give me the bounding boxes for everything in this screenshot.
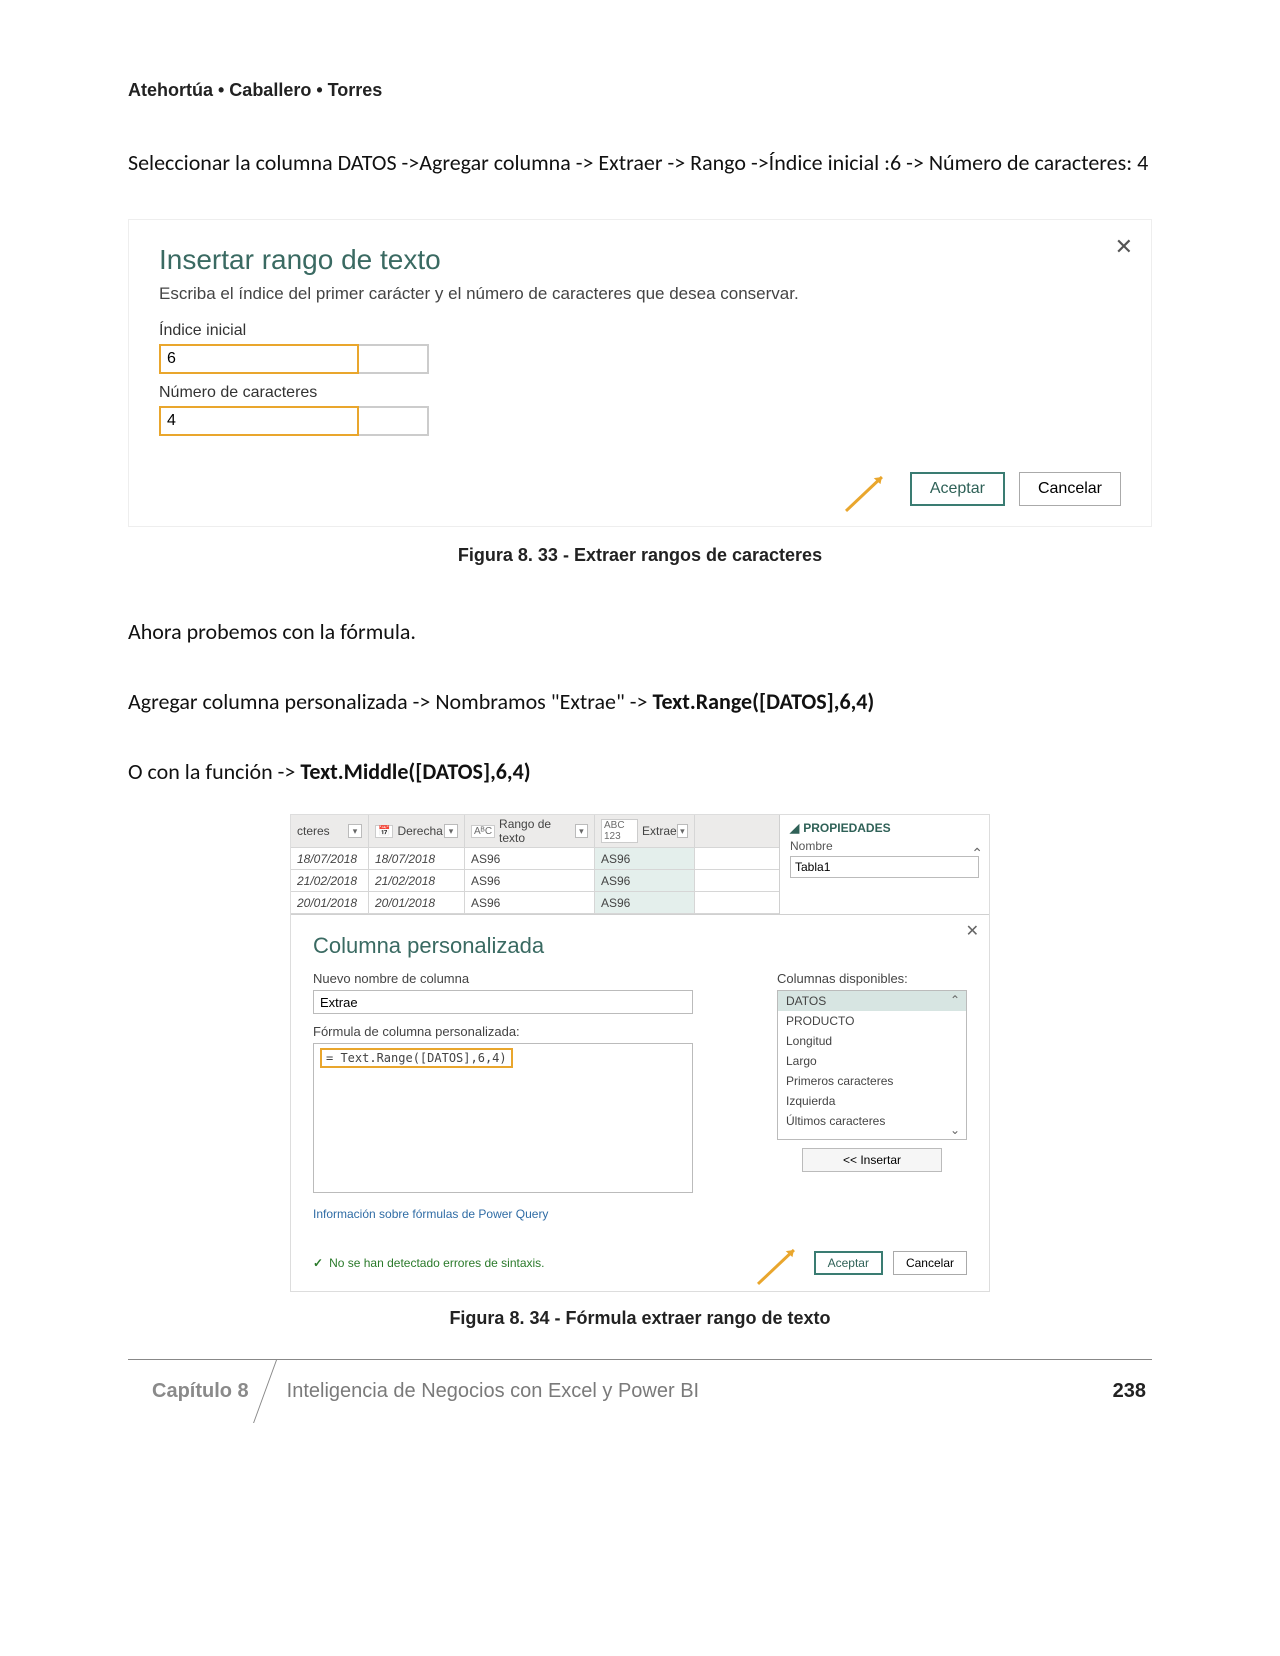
chapter-label: Capítulo 8 [128,1360,277,1423]
text-type-icon: AᴮC [471,825,495,838]
properties-title: ◢PROPIEDADES [790,821,979,835]
cell: AS96 [595,848,695,869]
dialog-custom-column: cteres▾ 📅Derecha▾ AᴮCRango de texto▾ ABC… [290,814,990,1292]
formula-text: = Text.Range([DATOS],6,4) [320,1048,513,1068]
accept-button[interactable]: Aceptar [814,1251,883,1275]
chevron-down-icon[interactable]: ▾ [444,824,458,838]
list-item[interactable]: Largo [778,1051,966,1071]
formula-label: Fórmula de columna personalizada: [313,1024,749,1039]
table-name-input[interactable] [790,856,979,878]
table-header-row: cteres▾ 📅Derecha▾ AᴮCRango de texto▾ ABC… [291,815,779,848]
cell: 18/07/2018 [369,848,465,869]
name-label: Nombre [790,839,979,853]
cell: 20/01/2018 [369,892,465,913]
chevron-down-icon[interactable]: ▾ [348,824,362,838]
list-item[interactable]: DATOS [778,991,966,1011]
close-icon[interactable]: ✕ [1115,234,1133,260]
cell: 21/02/2018 [369,870,465,891]
paragraph-3-bold: Text.Range([DATOS],6,4) [652,688,874,715]
cell: AS96 [465,892,595,913]
any-type-icon: ABC 123 [601,819,638,843]
column-name-input[interactable] [313,990,693,1014]
available-columns-list[interactable]: DATOS PRODUCTO Longitud Largo Primeros c… [777,990,967,1140]
list-item[interactable]: Izquierda [778,1091,966,1111]
paragraph-4-text: O con la función -> [128,758,300,785]
chevron-down-icon[interactable]: ▾ [677,824,688,838]
cell: AS96 [465,870,595,891]
cell: 21/02/2018 [291,870,369,891]
paragraph-1: Seleccionar la columna DATOS ->Agregar c… [128,141,1152,185]
accept-button[interactable]: Aceptar [910,472,1005,506]
page-footer: Capítulo 8 Inteligencia de Negocios con … [128,1359,1152,1423]
page-header-authors: Atehortúa • Caballero • Torres [128,80,1152,101]
figure-caption-1: Figura 8. 33 - Extraer rangos de caracte… [128,545,1152,566]
chevron-down-icon[interactable]: ▾ [575,824,588,838]
insert-button[interactable]: << Insertar [802,1148,942,1172]
col-header-rango[interactable]: AᴮCRango de texto▾ [465,815,595,847]
scroll-up-icon[interactable]: ⌃ [971,845,983,862]
cell: AS96 [595,892,695,913]
dialog-title: Columna personalizada [313,933,967,959]
paragraph-3-text: Agregar columna personalizada -> Nombram… [128,688,652,715]
cancel-button[interactable]: Cancelar [893,1251,967,1275]
formula-textarea[interactable]: = Text.Range([DATOS],6,4) [313,1043,693,1193]
table-row[interactable]: 20/01/2018 20/01/2018 AS96 AS96 [291,892,779,914]
char-count-label: Número de caracteres [159,384,1121,402]
start-index-label: Índice inicial [159,322,1121,340]
char-count-ext [359,406,429,436]
preview-table: cteres▾ 📅Derecha▾ AᴮCRango de texto▾ ABC… [291,815,779,914]
cancel-button[interactable]: Cancelar [1019,472,1121,506]
dialog-insert-text-range: ✕ Insertar rango de texto Escriba el índ… [128,219,1152,527]
close-icon[interactable]: ✕ [966,921,979,941]
table-row[interactable]: 21/02/2018 21/02/2018 AS96 AS96 [291,870,779,892]
annotation-arrow-icon [748,1249,808,1282]
list-item[interactable]: Primeros caracteres [778,1071,966,1091]
dialog-title: Insertar rango de texto [159,244,1121,276]
cell: AS96 [595,870,695,891]
col-header-cteres[interactable]: cteres▾ [291,815,369,847]
available-columns-label: Columnas disponibles: [777,971,967,986]
list-item[interactable]: PRODUCTO [778,1011,966,1031]
dialog-subtitle: Escriba el índice del primer carácter y … [159,284,1121,304]
char-count-input[interactable] [159,406,359,436]
book-title: Inteligencia de Negocios con Excel y Pow… [277,1360,1107,1423]
start-index-input[interactable] [159,344,359,374]
page-number: 238 [1107,1360,1152,1423]
power-query-info-link[interactable]: Información sobre fórmulas de Power Quer… [313,1207,749,1221]
table-row[interactable]: 18/07/2018 18/07/2018 AS96 AS96 [291,848,779,870]
paragraph-4: O con la función -> Text.Middle([DATOS],… [128,750,1152,794]
paragraph-3: Agregar columna personalizada -> Nombram… [128,680,1152,724]
cell: AS96 [465,848,595,869]
start-index-ext [359,344,429,374]
paragraph-2: Ahora probemos con la fórmula. [128,610,1152,654]
column-name-label: Nuevo nombre de columna [313,971,749,986]
syntax-ok-message: No se han detectado errores de sintaxis. [313,1256,545,1270]
properties-pane: ◢PROPIEDADES Nombre ⌃ [779,815,989,914]
figure-caption-2: Figura 8. 34 - Fórmula extraer rango de … [128,1308,1152,1329]
col-header-derecha[interactable]: 📅Derecha▾ [369,815,465,847]
scroll-down-icon[interactable]: ⌄ [950,1123,960,1137]
paragraph-4-bold: Text.Middle([DATOS],6,4) [300,758,530,785]
list-item[interactable]: Últimos caracteres [778,1111,966,1131]
scrollbar[interactable]: ⌃ ⌄ [946,991,964,1139]
col-header-extrae[interactable]: ABC 123Extrae▾ [595,815,695,847]
cell: 20/01/2018 [291,892,369,913]
list-item[interactable]: Longitud [778,1031,966,1051]
date-type-icon: 📅 [375,825,393,838]
scroll-up-icon[interactable]: ⌃ [950,993,960,1007]
cell: 18/07/2018 [291,848,369,869]
annotation-arrow-icon [836,476,896,511]
